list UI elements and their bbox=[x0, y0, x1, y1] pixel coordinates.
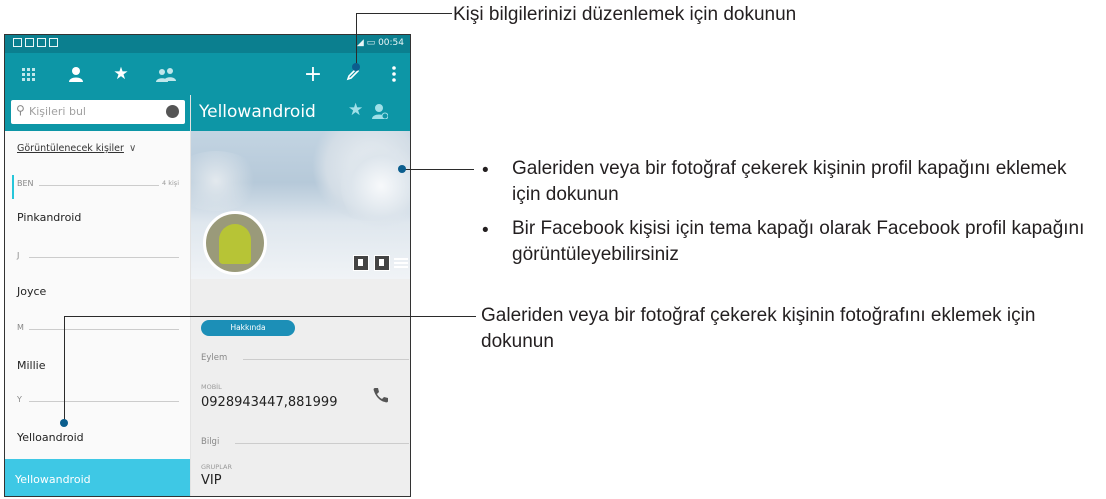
cover-callout-line bbox=[404, 169, 474, 170]
star-icon[interactable]: ★ bbox=[110, 63, 132, 85]
section-header-ben: BEN 4 kişi bbox=[17, 179, 179, 188]
cover-annotation-2: Bir Facebook kişisi için tema kapağı ola… bbox=[512, 218, 1085, 265]
person-icon[interactable] bbox=[65, 63, 87, 85]
gallery-icon bbox=[49, 38, 58, 47]
cover-callout-dot bbox=[398, 165, 406, 173]
overflow-menu-icon[interactable] bbox=[383, 63, 405, 85]
cover-gallery-button[interactable] bbox=[353, 255, 369, 271]
contact-name: Yellowandroid bbox=[199, 102, 316, 122]
info-section-header: Bilgi bbox=[201, 437, 409, 447]
info-header-label: Bilgi bbox=[201, 437, 220, 447]
section-header-y: Y bbox=[17, 395, 179, 404]
section-header-j: J bbox=[17, 251, 179, 260]
filter-label: Görüntülenecek kişiler bbox=[17, 143, 124, 154]
contact-photo[interactable] bbox=[203, 211, 267, 275]
phone-screen: ◢ ▭ 00:54 ★ + ⚲ Kişileri bul Görüntülene… bbox=[4, 34, 411, 497]
cover-annotation-1: Galeriden veya bir fotoğraf çekerek kişi… bbox=[512, 158, 1067, 205]
contacts-filter-dropdown[interactable]: Görüntülenecek kişiler ∨ bbox=[17, 143, 136, 154]
dialpad-icon[interactable] bbox=[17, 63, 39, 85]
bullet-icon: • bbox=[482, 160, 489, 181]
edit-callout-line bbox=[356, 13, 452, 14]
cover-menu-icon[interactable] bbox=[394, 258, 408, 270]
detail-header: Yellowandroid ★ bbox=[191, 95, 410, 131]
photo-callout-line bbox=[64, 316, 65, 424]
groups-label: GRUPLAR bbox=[201, 463, 232, 471]
action-bar: ★ + bbox=[5, 53, 410, 95]
chevron-down-icon: ∨ bbox=[129, 143, 137, 154]
edit-callout-dot bbox=[352, 63, 360, 71]
clock: 00:54 bbox=[378, 38, 404, 48]
notification-icons bbox=[13, 38, 61, 48]
section-header-m: M bbox=[17, 323, 179, 332]
add-icon[interactable]: + bbox=[302, 62, 324, 87]
photo-annotation: Galeriden veya bir fotoğraf çekerek kişi… bbox=[481, 305, 1036, 352]
phone-type-label: MOBİL bbox=[201, 383, 222, 391]
notification-icon bbox=[13, 38, 22, 47]
battery-icon: ▭ bbox=[366, 38, 376, 48]
contact-item[interactable]: Joyce bbox=[17, 285, 46, 298]
search-icon: ⚲ bbox=[16, 103, 25, 117]
search-bar: ⚲ Kişileri bul bbox=[5, 95, 190, 131]
action-header-label: Eylem bbox=[201, 353, 228, 363]
android-avatar-icon bbox=[219, 224, 251, 264]
photo-callout-line bbox=[64, 316, 476, 317]
search-input[interactable]: ⚲ Kişileri bul bbox=[11, 100, 185, 124]
phone-number[interactable]: 0928943447,881999 bbox=[201, 395, 337, 410]
call-icon[interactable] bbox=[372, 386, 390, 404]
contact-item[interactable]: Yelloandroid bbox=[17, 431, 84, 444]
chat-icon bbox=[37, 38, 46, 47]
contact-item[interactable]: Pinkandroid bbox=[17, 211, 81, 224]
edit-annotation: Kişi bilgilerinizi düzenlemek için dokun… bbox=[453, 4, 797, 25]
contact-detail-pane: Yellowandroid ★ Hakkında Eylem MOBİL 092… bbox=[191, 95, 410, 496]
section-letter: BEN bbox=[17, 179, 34, 188]
contact-settings-icon[interactable] bbox=[372, 103, 388, 119]
microphone-icon[interactable] bbox=[166, 105, 179, 118]
contact-list-pane: ⚲ Kişileri bul Görüntülenecek kişiler ∨ … bbox=[5, 95, 191, 496]
cover-camera-button[interactable] bbox=[374, 255, 390, 271]
edit-callout-line bbox=[356, 13, 357, 69]
profile-cover-image[interactable] bbox=[191, 131, 410, 279]
selected-contact-label: Yellowandroid bbox=[15, 473, 91, 486]
about-button[interactable]: Hakkında bbox=[201, 320, 295, 336]
section-accent bbox=[12, 175, 14, 199]
groups-value: VIP bbox=[201, 473, 222, 488]
action-section-header: Eylem bbox=[201, 353, 409, 363]
section-letter: Y bbox=[17, 395, 22, 404]
section-letter: J bbox=[17, 251, 20, 260]
section-letter: M bbox=[17, 323, 24, 332]
status-right: ◢ ▭ 00:54 bbox=[357, 38, 404, 48]
photo-callout-dot bbox=[60, 419, 68, 427]
bullet-icon: • bbox=[482, 220, 489, 241]
search-placeholder: Kişileri bul bbox=[29, 105, 86, 118]
contact-count: 4 kişi bbox=[159, 179, 179, 187]
status-bar: ◢ ▭ 00:54 bbox=[5, 35, 410, 53]
favorite-star-icon[interactable]: ★ bbox=[348, 100, 363, 120]
groups-icon[interactable] bbox=[155, 63, 177, 85]
message-icon bbox=[25, 38, 34, 47]
contact-item[interactable]: Millie bbox=[17, 359, 45, 372]
selected-contact-item[interactable]: Yellowandroid bbox=[5, 459, 190, 496]
signal-icon: ◢ bbox=[356, 38, 364, 48]
